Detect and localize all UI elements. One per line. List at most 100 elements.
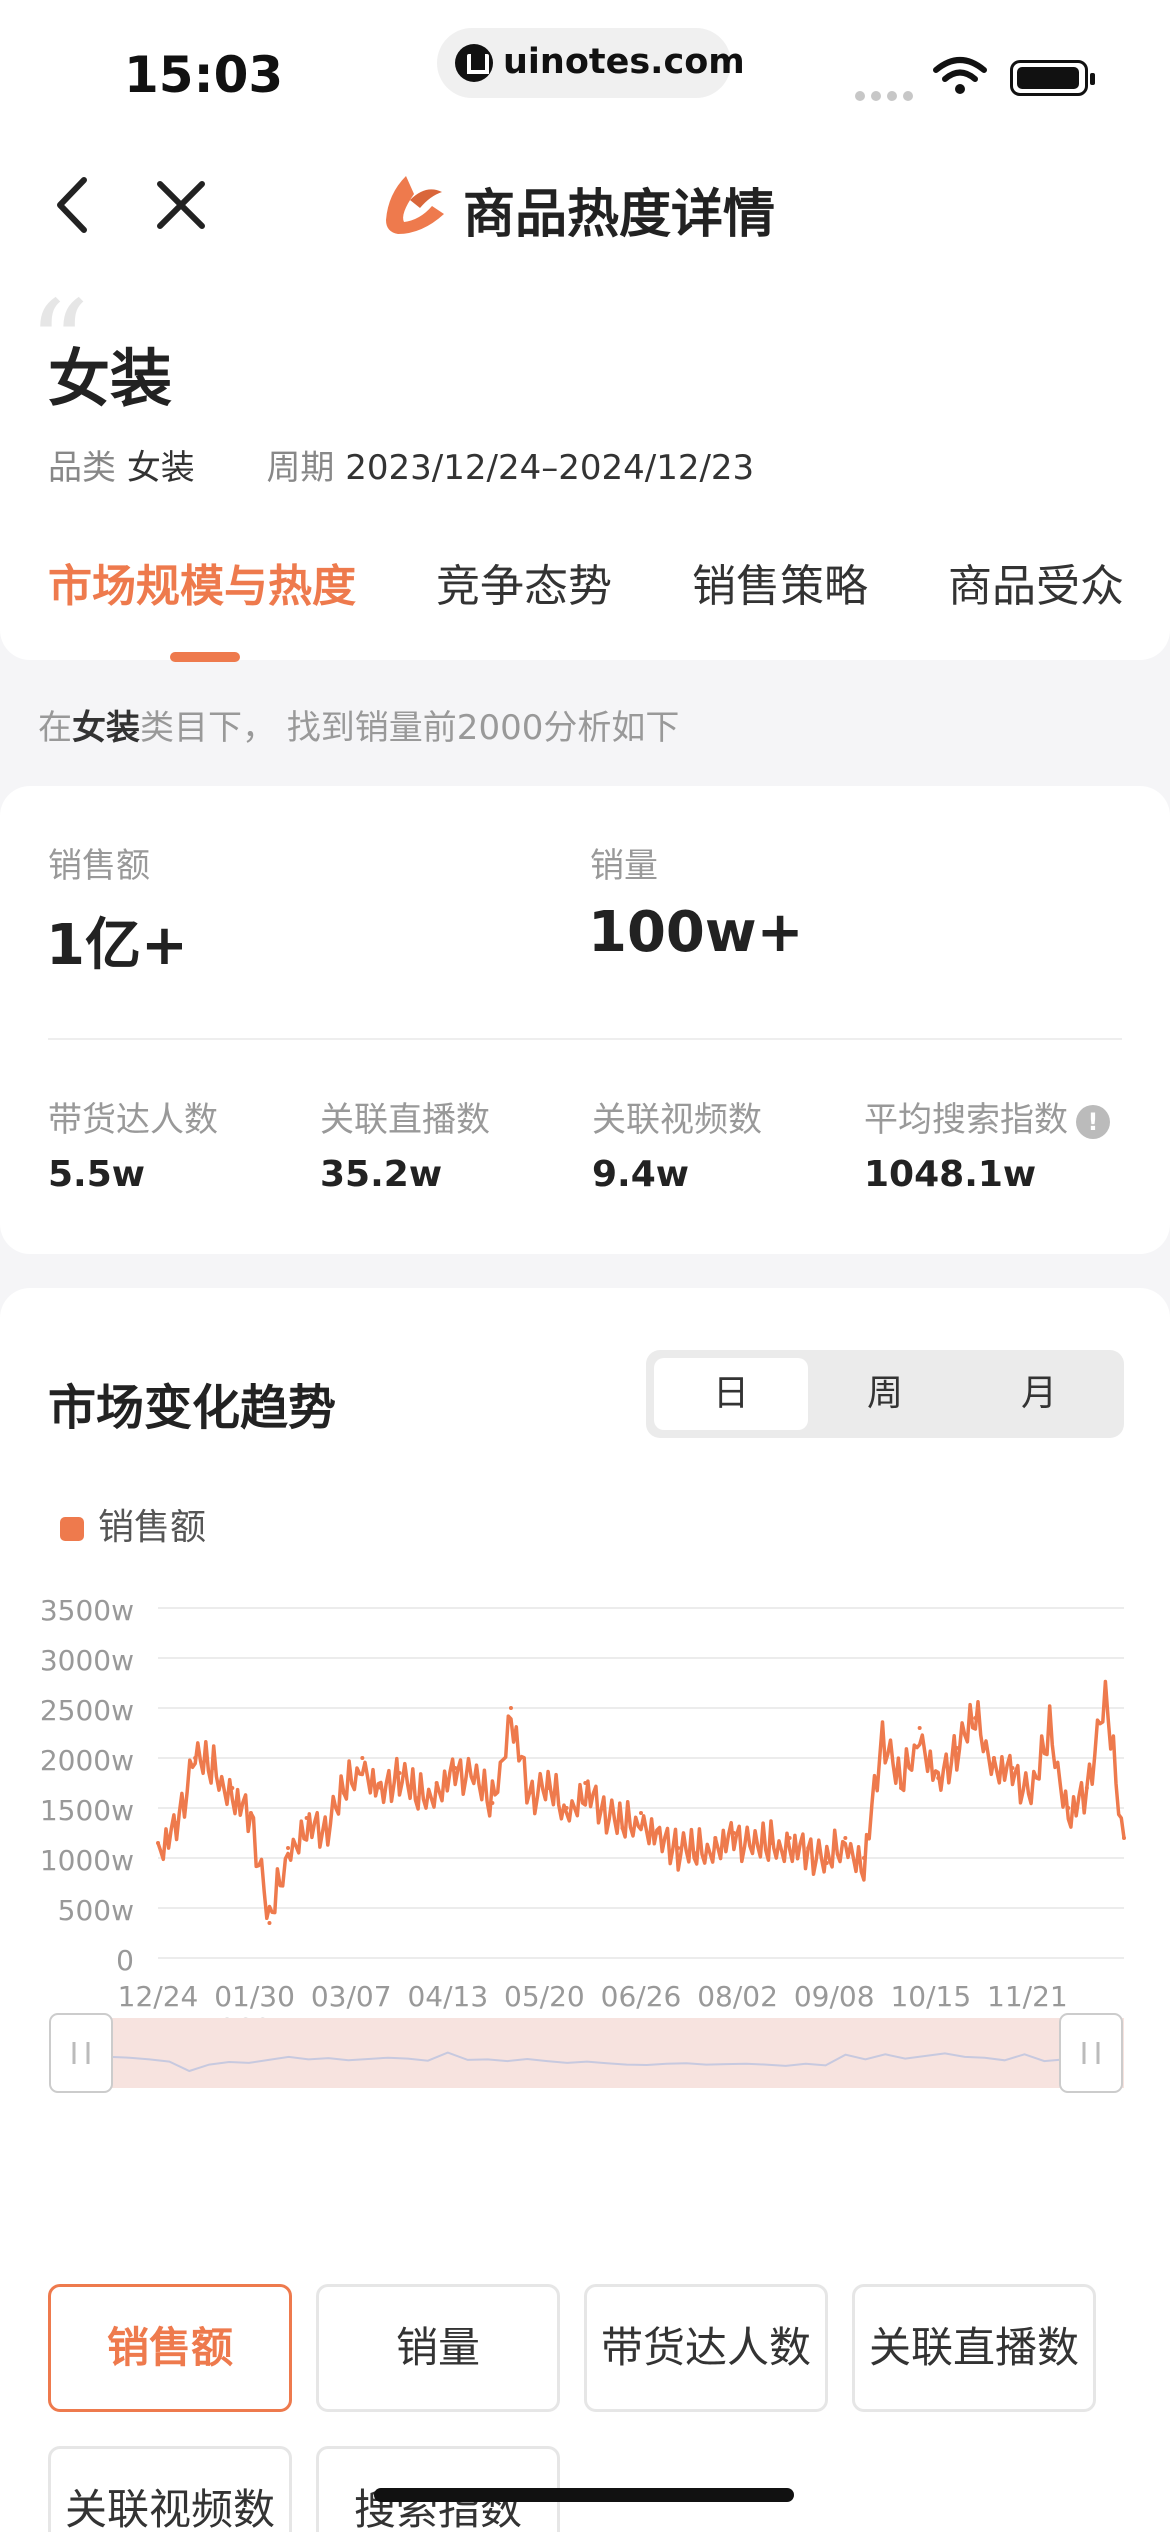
site-icon (455, 44, 493, 82)
data-point (694, 1851, 699, 1855)
data-point (954, 1746, 959, 1750)
metric-label-videos: 关联视频数 (592, 1100, 762, 1140)
y-tick-label: 1000w (40, 1844, 134, 1877)
status-bar: 15:03 uinotes.com (0, 0, 1170, 130)
data-point (211, 1766, 216, 1770)
section-tabs: 市场规模与热度 竞争态势 销售策略 商品受众 (48, 550, 1170, 630)
trend-chart: 0 500w 1000w 1500w 2000w 2500w 3000w 3500w 12/24… (40, 1594, 1126, 2093)
data-point (769, 1841, 774, 1845)
x-tick-label: 04/13 (407, 1980, 488, 2013)
data-point (1010, 1766, 1015, 1770)
data-point (564, 1806, 569, 1810)
back-arrow-icon[interactable] (40, 170, 110, 240)
metric-button-volume[interactable]: 销量 (316, 2284, 560, 2412)
x-tick-label: 08/02 (697, 1980, 778, 2013)
y-tick-label: 3500w (40, 1594, 134, 1627)
period-segmented-control: 日 周 月 (646, 1350, 1124, 1438)
series-line-sales (156, 1679, 1126, 1921)
y-tick-label: 1500w (40, 1794, 134, 1827)
data-point (1122, 1836, 1126, 1840)
data-point (304, 1816, 309, 1820)
data-point (1084, 1786, 1089, 1790)
chart-legend[interactable]: 销售额 (60, 1498, 206, 1550)
info-icon[interactable]: ! (1076, 1104, 1110, 1139)
metric-button-livestreams[interactable]: 关联直播数 (852, 2284, 1096, 2412)
intro-highlight: 女装 (72, 708, 140, 748)
x-tick-label: 03/07 (311, 1980, 392, 2013)
data-point (434, 1781, 439, 1785)
y-tick-label: 2000w (40, 1744, 134, 1777)
category-label: 品类 (48, 448, 116, 488)
segment-month[interactable]: 月 (962, 1358, 1116, 1430)
volume-label: 销量 (590, 846, 658, 886)
tab-market-scale[interactable]: 市场规模与热度 (48, 550, 356, 614)
metric-button-influencers[interactable]: 带货达人数 (584, 2284, 828, 2412)
period-value: 2023/12/24–2024/12/23 (345, 448, 755, 488)
data-point (156, 1841, 160, 1845)
active-tab-indicator (170, 652, 240, 662)
segment-day[interactable]: 日 (654, 1358, 808, 1430)
category-meta: 品类 女装 周期 2023/12/24–2024/12/23 (48, 440, 754, 489)
metric-button-videos[interactable]: 关联视频数 (48, 2446, 292, 2532)
x-tick-label: 01/30 (214, 1980, 295, 2013)
y-tick-label: 2500w (40, 1694, 134, 1727)
home-indicator[interactable] (374, 2488, 794, 2502)
data-point (713, 1836, 718, 1840)
trend-title: 市场变化趋势 (48, 1380, 337, 1436)
status-time: 15:03 (124, 46, 284, 104)
metric-value-videos: 9.4w (592, 1154, 690, 1195)
data-point (639, 1811, 643, 1815)
segment-week[interactable]: 周 (808, 1358, 962, 1430)
legend-swatch (60, 1517, 84, 1541)
tab-audience[interactable]: 商品受众 (948, 550, 1124, 614)
data-point (527, 1791, 532, 1795)
data-point (286, 1846, 291, 1850)
data-point (360, 1756, 365, 1760)
data-point (731, 1831, 736, 1835)
x-tick-label: 11/21 (987, 1980, 1068, 2013)
data-point (546, 1786, 551, 1790)
url-pill[interactable]: uinotes.com (437, 28, 745, 98)
search-index-label-text: 平均搜索指数 (864, 1100, 1068, 1140)
metric-button-sales[interactable]: 销售额 (48, 2284, 292, 2412)
data-point (230, 1786, 235, 1790)
stats-card: 销售额 1亿+ 销量 100w+ 带货达人数 5.5w 关联直播数 35.2w … (0, 786, 1170, 1254)
battery-icon (1010, 60, 1095, 96)
close-icon[interactable] (146, 170, 216, 240)
data-point (416, 1796, 421, 1800)
data-point (750, 1846, 755, 1850)
x-tick-label: 05/20 (504, 1980, 585, 2013)
analysis-intro: 在女装类目下， 找到销量前2000分析如下 (38, 700, 679, 749)
metric-label-livestreams: 关联直播数 (320, 1100, 490, 1140)
nav-bar: 商品热度详情 (0, 130, 1170, 280)
data-point (193, 1756, 198, 1760)
volume-value: 100w+ (588, 900, 804, 965)
y-tick-label: 500w (58, 1894, 134, 1927)
data-point (248, 1811, 253, 1815)
data-point (341, 1791, 346, 1795)
page-title: 商品热度详情 (463, 185, 776, 245)
legend-label: 销售额 (98, 1507, 207, 1548)
data-point (453, 1766, 458, 1770)
data-point (806, 1846, 811, 1850)
data-point (583, 1781, 588, 1785)
data-point (843, 1836, 848, 1840)
y-tick-label: 3000w (40, 1644, 134, 1677)
data-point (1029, 1796, 1034, 1800)
tab-competition[interactable]: 竞争态势 (436, 550, 612, 614)
data-point (657, 1831, 662, 1835)
metric-value-search-index: 1048.1w (864, 1154, 1037, 1195)
category-value: 女装 (126, 448, 195, 488)
data-point (917, 1726, 922, 1730)
data-point (1047, 1726, 1052, 1730)
stats-divider (48, 1038, 1122, 1040)
wifi-icon (933, 57, 987, 94)
tab-sales-strategy[interactable]: 销售策略 (692, 550, 868, 614)
metric-value-influencers: 5.5w (48, 1154, 146, 1195)
category-title: 女装 (48, 342, 173, 415)
zoom-handle-right[interactable] (1059, 2013, 1123, 2093)
zoom-handle-left[interactable] (49, 2013, 113, 2093)
zoom-slider-range (50, 2018, 1124, 2088)
data-point (490, 1801, 495, 1805)
intro-suffix: 类目下， 找到销量前2000分析如下 (140, 708, 680, 748)
